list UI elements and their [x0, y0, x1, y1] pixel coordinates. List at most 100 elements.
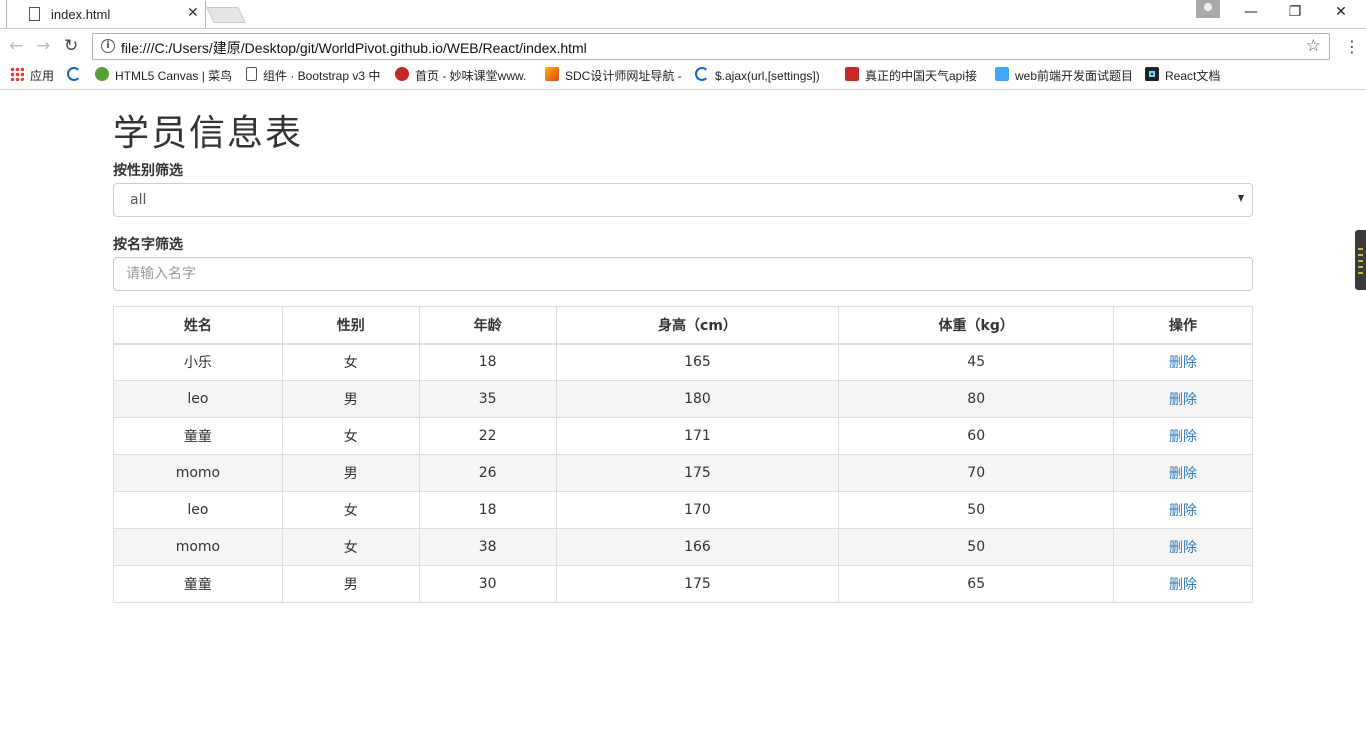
table-cell: 小乐	[113, 343, 283, 381]
restore-button[interactable]: ❐	[1272, 0, 1318, 26]
action-cell: 删除	[1113, 565, 1253, 603]
column-header: 姓名	[113, 306, 283, 345]
table-cell: momo	[113, 528, 283, 566]
url-text[interactable]: file:///C:/Users/建原/Desktop/git/WorldPiv…	[121, 38, 587, 58]
table-cell: 女	[281, 343, 420, 381]
back-arrow-icon[interactable]: ←	[9, 36, 23, 56]
table-cell: 165	[555, 343, 840, 381]
table-cell: 26	[418, 454, 557, 492]
react-icon	[1145, 67, 1159, 81]
forward-arrow-icon[interactable]: →	[36, 36, 50, 56]
address-bar[interactable]: i file:///C:/Users/建原/Desktop/git/WorldP…	[92, 33, 1330, 60]
table-cell: 男	[281, 454, 420, 492]
new-tab-button[interactable]	[206, 7, 246, 23]
action-cell: 删除	[1113, 380, 1253, 418]
table-row: 童童男 30 175 65 删除	[113, 565, 1253, 603]
bookmark-miaov[interactable]: 首页 - 妙味课堂www.	[395, 67, 526, 87]
table-cell: 50	[838, 491, 1115, 529]
bookmark-bootstrap[interactable]: 组件 · Bootstrap v3 中	[246, 67, 380, 87]
delete-link[interactable]: 删除	[1169, 503, 1197, 519]
bookmark-web-interview[interactable]: web前端开发面试题目	[995, 67, 1133, 87]
table-cell: 171	[555, 417, 840, 455]
table-cell: 80	[838, 380, 1115, 418]
menu-icon[interactable]: ⋮	[1344, 37, 1360, 56]
window-close-button[interactable]: ✕	[1318, 0, 1364, 26]
gender-select-value: all	[130, 192, 147, 208]
name-search-input[interactable]	[113, 257, 1253, 291]
table-cell: 170	[555, 491, 840, 529]
c-logo-icon	[845, 67, 859, 81]
bookmark-w3[interactable]	[67, 67, 87, 87]
runoob-icon	[95, 67, 109, 81]
toolbar: ← → ↻ i file:///C:/Users/建原/Desktop/git/…	[0, 28, 1366, 64]
table-cell: 35	[418, 380, 557, 418]
column-header: 年龄	[418, 306, 557, 345]
action-cell: 删除	[1113, 343, 1253, 381]
table-cell: 30	[418, 565, 557, 603]
delete-link[interactable]: 删除	[1169, 392, 1197, 408]
table-cell: 男	[281, 565, 420, 603]
gender-filter-label: 按性别筛选	[113, 163, 183, 179]
table-body: 小乐女 18 165 45 删除 leo 男 35 180 80 删除 童童女 22 171 60 删除 mom…	[113, 343, 1253, 603]
column-header: 身高（cm）	[555, 306, 840, 345]
gender-select[interactable]: all	[113, 183, 1253, 217]
table-row: 童童女 22 171 60 删除	[113, 417, 1253, 455]
students-table: 姓名 性别 年龄 身高（cm） 体重（kg） 操作 小乐女 18 165 45 删除 leo 男 35 1…	[113, 306, 1253, 603]
miaov-icon	[395, 67, 409, 81]
table-cell: 175	[555, 565, 840, 603]
table-cell: leo	[113, 491, 283, 529]
delete-link[interactable]: 删除	[1169, 466, 1197, 482]
column-header: 性别	[281, 306, 420, 345]
table-cell: 女	[281, 417, 420, 455]
action-cell: 删除	[1113, 491, 1253, 529]
bookmark-weather-api[interactable]: 真正的中国天气api接	[845, 67, 977, 87]
delete-link[interactable]: 删除	[1169, 577, 1197, 593]
bookmarks-bar: 应用 HTML5 Canvas | 菜鸟 组件 · Bootstrap v3 中…	[0, 64, 1366, 90]
bookmark-react-docs[interactable]: React文档	[1145, 67, 1220, 87]
page-title: 学员信息表	[113, 113, 304, 154]
table-cell: 18	[418, 491, 557, 529]
side-widget[interactable]	[1355, 230, 1366, 290]
table-cell: 166	[555, 528, 840, 566]
page-icon	[246, 67, 257, 81]
table-cell: 70	[838, 454, 1115, 492]
bookmark-jquery-ajax[interactable]: $.ajax(url,[settings])	[695, 67, 820, 87]
tab-strip: index.html ✕ — ❐ ✕	[0, 0, 1366, 28]
a-logo-icon	[995, 67, 1009, 81]
delete-link[interactable]: 删除	[1169, 429, 1197, 445]
column-header: 体重（kg）	[838, 306, 1115, 345]
profile-icon[interactable]	[1196, 0, 1220, 18]
table-row: leo 男 35 180 80 删除	[113, 380, 1253, 418]
close-icon[interactable]: ✕	[187, 5, 199, 21]
table-cell: 女	[281, 491, 420, 529]
caret-down-icon	[1238, 195, 1244, 202]
table-cell: 50	[838, 528, 1115, 566]
table-cell: leo	[113, 380, 283, 418]
table-cell: 女	[281, 528, 420, 566]
browser-tab[interactable]: index.html ✕	[6, 0, 206, 28]
table-row: momo 男 26 175 70 删除	[113, 454, 1253, 492]
star-icon[interactable]: ☆	[1306, 36, 1321, 56]
table-cell: 童童	[113, 565, 283, 603]
table-cell: momo	[113, 454, 283, 492]
reload-icon[interactable]: ↻	[64, 36, 78, 56]
table-cell: 180	[555, 380, 840, 418]
delete-link[interactable]: 删除	[1169, 540, 1197, 556]
jquery-swirl-icon	[695, 67, 709, 81]
table-row: 小乐女 18 165 45 删除	[113, 343, 1253, 381]
bookmark-html5-canvas[interactable]: HTML5 Canvas | 菜鸟	[95, 67, 232, 87]
minimize-button[interactable]: —	[1228, 0, 1274, 26]
sdc-icon	[545, 67, 559, 81]
info-icon[interactable]: i	[101, 39, 115, 53]
delete-link[interactable]: 删除	[1169, 355, 1197, 371]
action-cell: 删除	[1113, 417, 1253, 455]
page-icon	[29, 7, 40, 21]
action-cell: 删除	[1113, 454, 1253, 492]
action-cell: 删除	[1113, 528, 1253, 566]
table-row: leo 女 18 170 50 删除	[113, 491, 1253, 529]
bookmark-sdc[interactable]: SDC设计师网址导航 -	[545, 67, 682, 87]
table-cell: 45	[838, 343, 1115, 381]
bookmark-apps[interactable]: 应用	[10, 67, 54, 87]
column-header: 操作	[1113, 306, 1253, 345]
table-header-row: 姓名 性别 年龄 身高（cm） 体重（kg） 操作	[113, 306, 1253, 345]
